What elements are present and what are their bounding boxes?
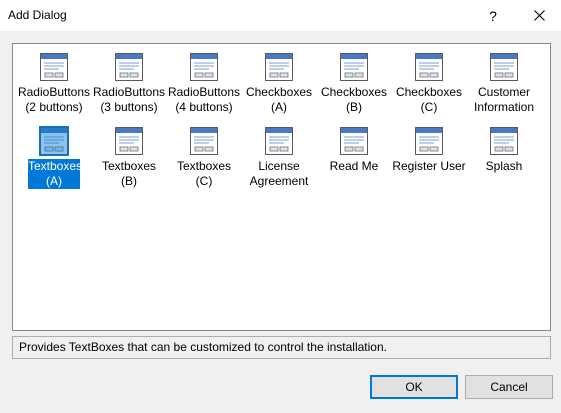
item-radiobuttons-2[interactable]: RadioButtons (2 buttons)	[16, 48, 92, 118]
item-label: RadioButtons (2 buttons)	[17, 85, 91, 114]
item-license-agreement[interactable]: License Agreement	[241, 122, 317, 192]
item-label: Checkboxes (A)	[245, 85, 313, 114]
item-register-user[interactable]: Register User	[391, 122, 467, 192]
item-checkboxes-a[interactable]: Checkboxes (A)	[241, 48, 317, 118]
item-radiobuttons-4[interactable]: RadioButtons (4 buttons)	[166, 48, 242, 118]
dialog-icon	[264, 52, 294, 82]
close-icon	[533, 10, 545, 21]
dialog-icon	[264, 126, 294, 156]
description-text: Provides TextBoxes that can be customize…	[19, 340, 387, 354]
dialog-icon	[339, 126, 369, 156]
item-label: Checkboxes (C)	[395, 85, 463, 114]
item-label: Read Me	[329, 159, 379, 173]
item-textboxes-c[interactable]: Textboxes (C)	[166, 122, 242, 192]
item-splash[interactable]: Splash	[466, 122, 542, 192]
dialog-icon	[189, 126, 219, 156]
dialog-icon	[39, 126, 69, 156]
description-box: Provides TextBoxes that can be customize…	[12, 336, 551, 359]
item-label: Textboxes (A)	[28, 159, 83, 189]
dialog-icon	[339, 52, 369, 82]
window-title: Add Dialog	[8, 8, 67, 22]
item-radiobuttons-3[interactable]: RadioButtons (3 buttons)	[91, 48, 167, 118]
ok-button[interactable]: OK	[370, 375, 458, 399]
item-label: RadioButtons (3 buttons)	[92, 85, 166, 114]
item-label: Customer Information	[473, 85, 535, 114]
item-label: Textboxes (B)	[101, 159, 157, 188]
dialog-list[interactable]: RadioButtons (2 buttons) RadioButtons (3…	[12, 43, 551, 331]
item-customer-information[interactable]: Customer Information	[466, 48, 542, 118]
help-button[interactable]: ?	[470, 0, 516, 31]
dialog-icon	[489, 52, 519, 82]
dialog-icon	[414, 126, 444, 156]
item-label: License Agreement	[249, 159, 309, 188]
item-label: Checkboxes (B)	[320, 85, 388, 114]
cancel-button[interactable]: Cancel	[465, 375, 553, 399]
item-label: Splash	[485, 159, 523, 173]
title-bar: Add Dialog ?	[0, 0, 561, 31]
item-label: Textboxes (C)	[176, 159, 232, 188]
close-button[interactable]	[516, 0, 561, 31]
dialog-icon	[489, 126, 519, 156]
dialog-icon	[114, 126, 144, 156]
item-label: RadioButtons (4 buttons)	[167, 85, 241, 114]
item-read-me[interactable]: Read Me	[316, 122, 392, 192]
dialog-icon	[189, 52, 219, 82]
item-textboxes-b[interactable]: Textboxes (B)	[91, 122, 167, 192]
dialog-icon	[114, 52, 144, 82]
item-label: Register User	[392, 159, 466, 173]
item-checkboxes-c[interactable]: Checkboxes (C)	[391, 48, 467, 118]
item-checkboxes-b[interactable]: Checkboxes (B)	[316, 48, 392, 118]
dialog-icon	[414, 52, 444, 82]
item-textboxes-a[interactable]: Textboxes (A)	[16, 122, 92, 192]
dialog-icon	[39, 52, 69, 82]
